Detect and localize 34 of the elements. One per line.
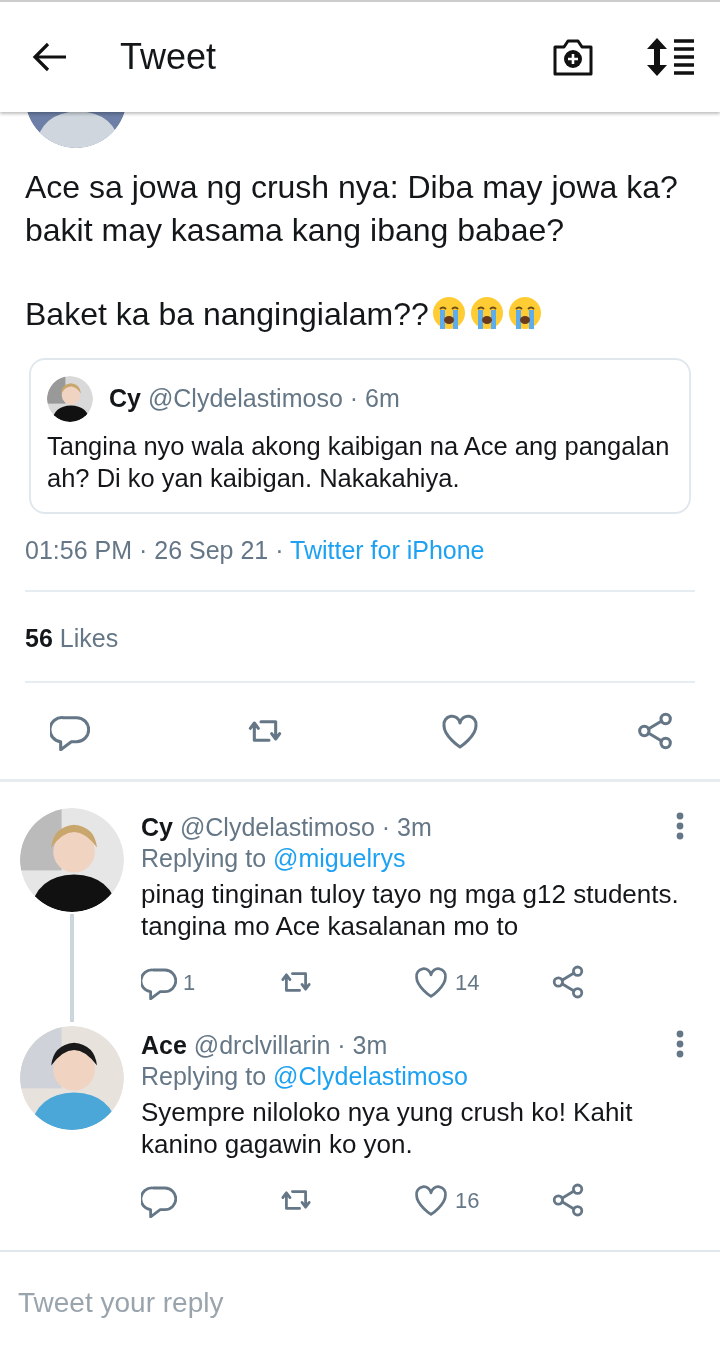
reply-author: Cy @Clydelastimoso · 3m	[141, 812, 432, 843]
replying-to: Replying to @Clydelastimoso	[141, 1061, 469, 1092]
sort-icon[interactable]	[646, 38, 696, 76]
tweet-timestamp: 01:56 PM · 26 Sep 21 ·	[25, 536, 284, 564]
more-options-icon[interactable]	[676, 812, 684, 840]
reply-text: pinag tinginan tuloy tayo ng mga g12 students. tangina mo Ace kasalanan mo to	[141, 878, 680, 942]
reply-count: 1	[183, 968, 196, 997]
more-options-icon[interactable]	[676, 1030, 684, 1058]
share-icon[interactable]	[550, 964, 586, 1000]
camera-plus-icon[interactable]	[552, 37, 594, 77]
replying-to: Replying to @miguelrys	[141, 843, 407, 874]
back-icon[interactable]	[32, 41, 68, 73]
likes-count[interactable]: 56 Likes	[25, 591, 695, 683]
like-count: 16	[455, 1186, 480, 1215]
share-icon[interactable]	[550, 1182, 586, 1218]
reply-text: Syempre niloloko nya yung crush ko! Kahit kanino gagawin ko yon.	[141, 1096, 634, 1160]
quote-text: Tangina nyo wala akong kaibigan na Ace ang pangalan ah? Di ko yan kaibigan. Nakakahiya.	[47, 431, 671, 494]
mention-link[interactable]: @Clydelastimoso	[273, 1062, 468, 1090]
mention-link[interactable]: @miguelrys	[273, 844, 406, 872]
heart-icon[interactable]	[413, 964, 449, 1000]
page-title: Tweet	[120, 35, 217, 79]
reply-input[interactable]: Tweet your reply	[18, 1282, 702, 1324]
reply-author: Ace @drclvillarin · 3m	[141, 1030, 388, 1061]
share-icon[interactable]	[635, 711, 675, 751]
heart-icon[interactable]	[413, 1182, 449, 1218]
quote-author: Cy @Clydelastimoso · 6m	[109, 383, 400, 415]
crying-face-icon	[430, 295, 467, 331]
tweet-text: Baket ka ba nangingialam??	[25, 293, 695, 336]
source-link[interactable]: Twitter for iPhone	[290, 536, 485, 564]
quoted-tweet-card[interactable]: Cy @Clydelastimoso · 6m Tangina nyo wala akong kaibigan na Ace ang pangalan ah? Di ko yan kaibigan. Nakakahiya.	[29, 358, 691, 514]
tweet-text: Ace sa jowa ng crush nya: Diba may jowa ka? bakit may kasama kang ibang babae?	[25, 168, 679, 250]
crying-face-icon	[506, 295, 543, 331]
like-count: 14	[455, 968, 480, 997]
crying-face-icon	[468, 295, 505, 331]
